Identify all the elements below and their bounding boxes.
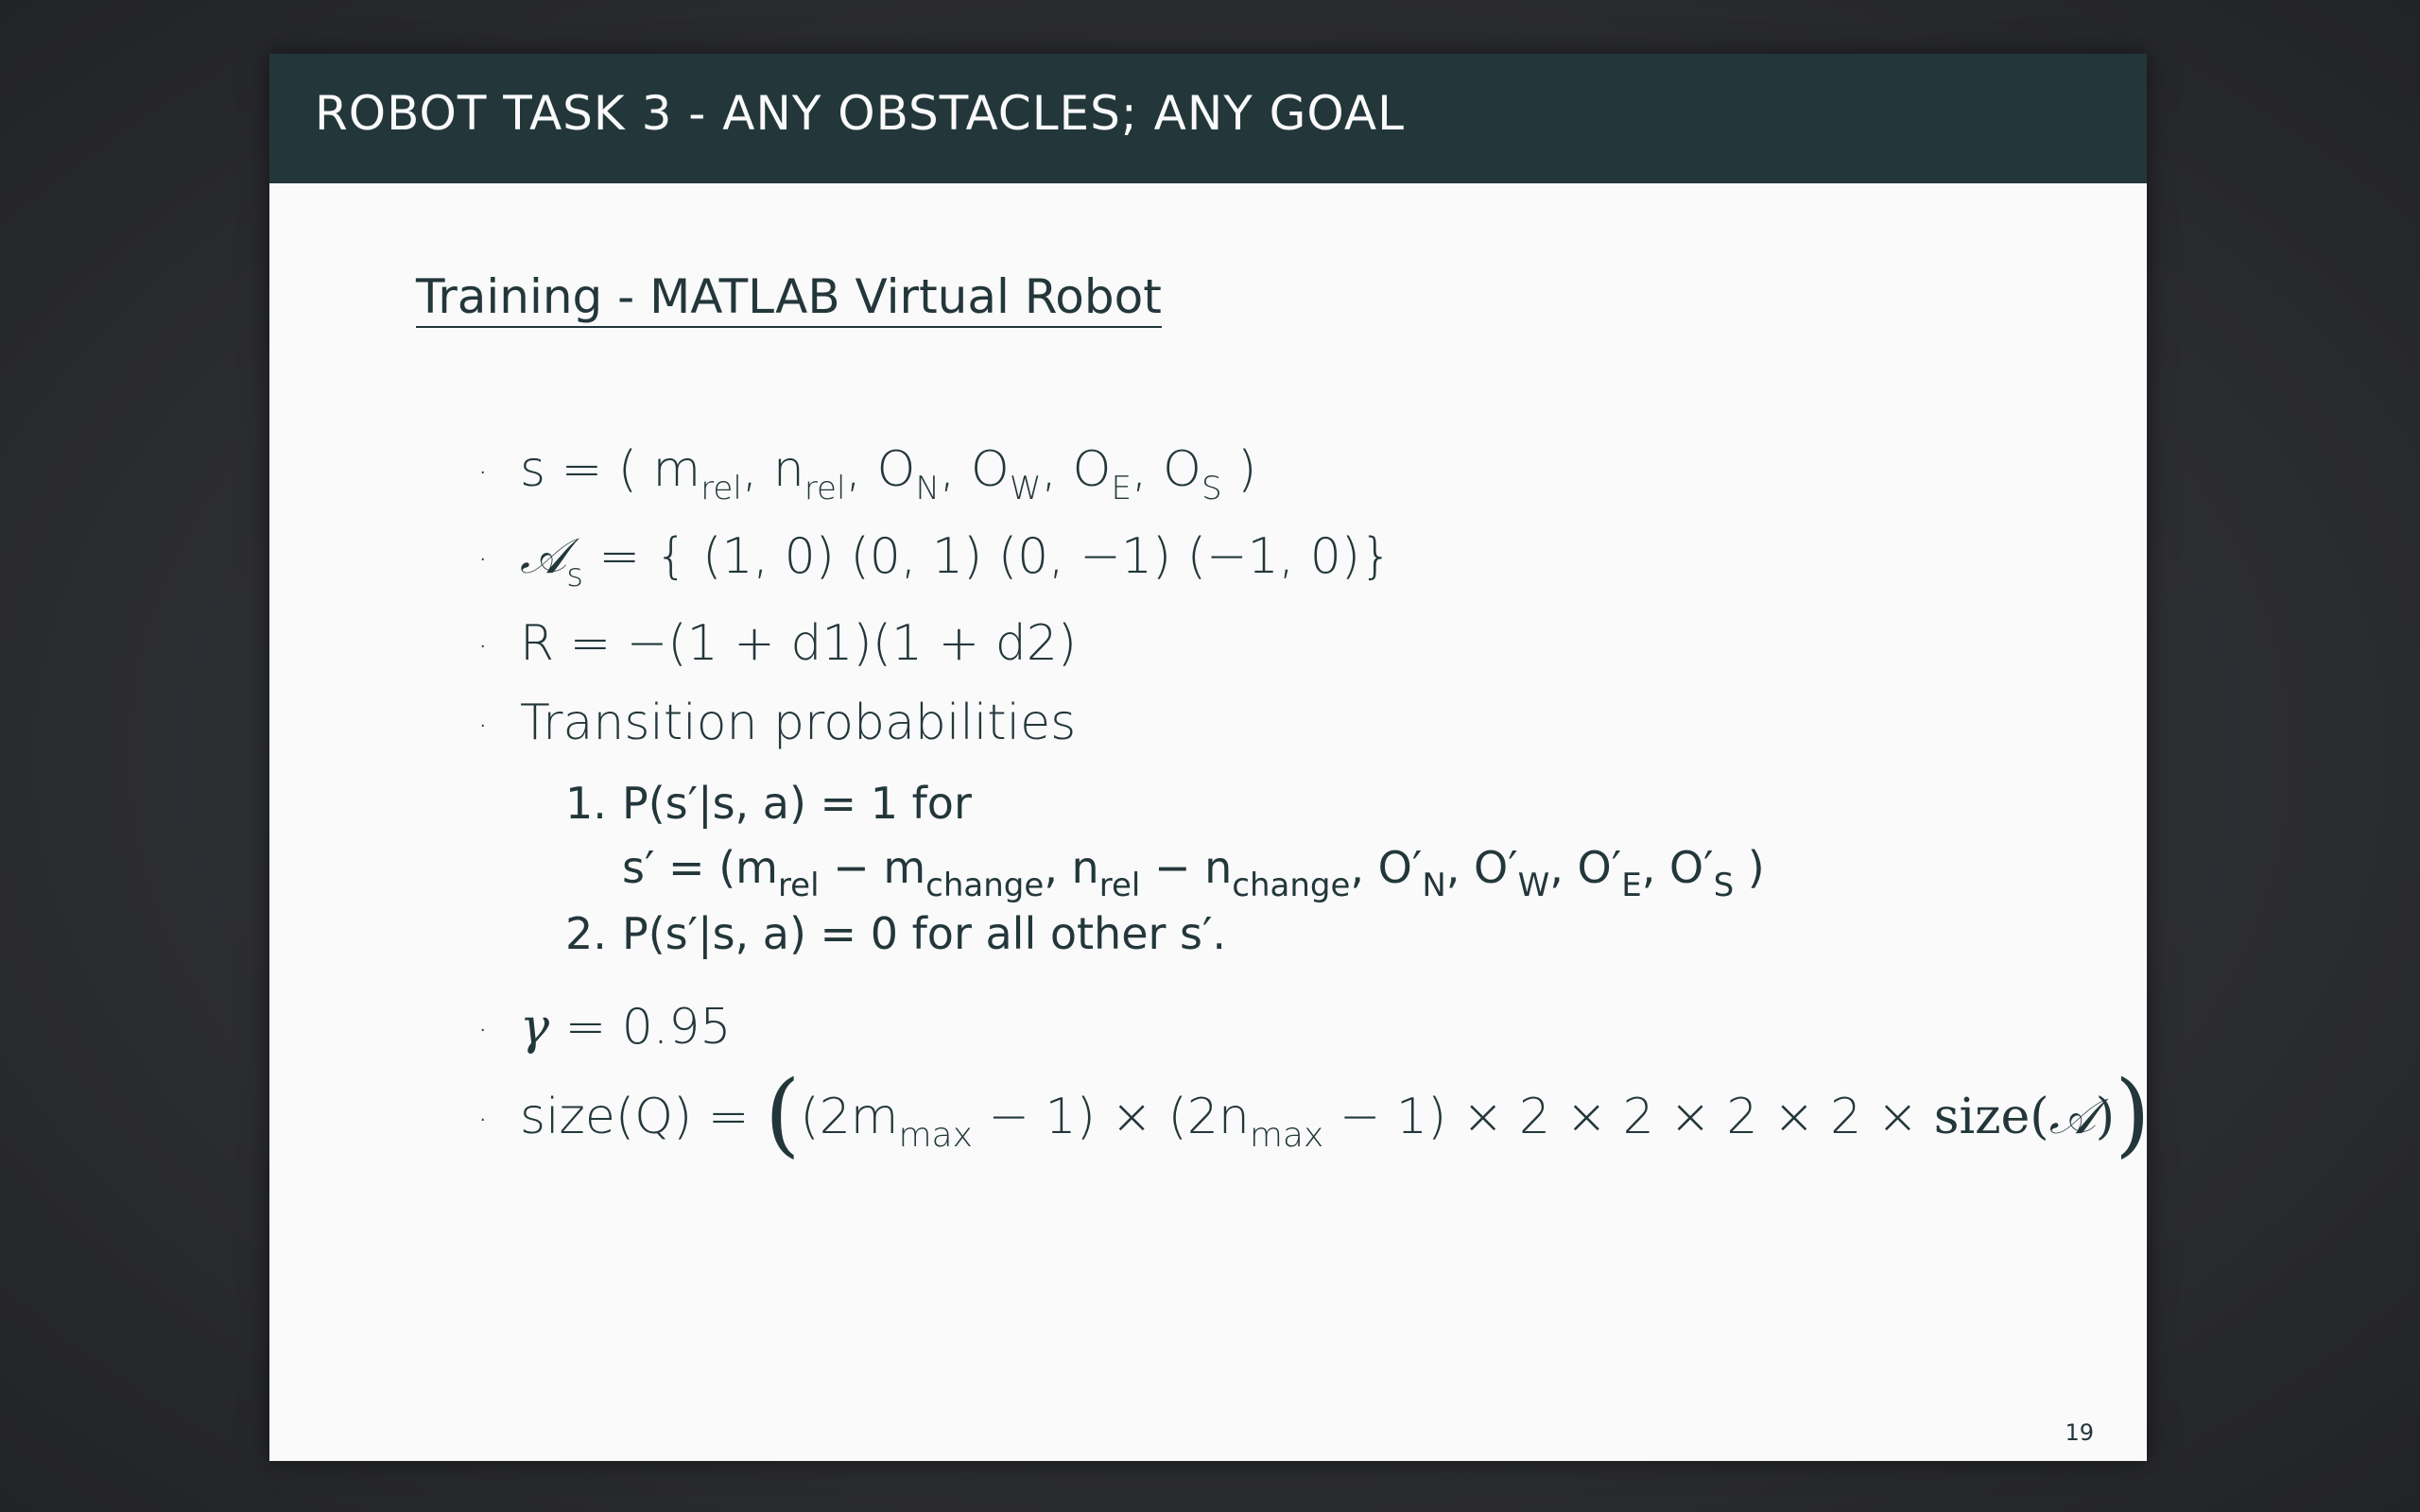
state-text: , O xyxy=(1131,441,1201,498)
enum-item-1-line2: s′ = (mrel − mchange, nrel − nchange, O′… xyxy=(622,842,1765,904)
bullet-item-gamma: · γ = 0.95 xyxy=(477,999,732,1056)
subscript: N xyxy=(1422,867,1446,904)
size-text: − 1) × (2n xyxy=(972,1089,1250,1145)
title-bar: ROBOT TASK 3 - ANY OBSTACLES; ANY GOAL xyxy=(269,54,2147,183)
bullet-symbol: · xyxy=(477,706,489,746)
big-paren-open: ( xyxy=(764,1061,801,1167)
bullet-item-size: · size(Q) = ((2mmax − 1) × (2nmax − 1) × … xyxy=(477,1061,2151,1173)
enum-item-2: 2. P(s′|s, a) = 0 for all other s′. xyxy=(565,908,1226,959)
state-text: , O xyxy=(939,441,1010,498)
state-text: , O xyxy=(1041,441,1112,498)
bullet-item-state: · s = ( mrel, nrel, ON, OW, OE, OS ) xyxy=(477,441,1257,507)
size-text: (2m xyxy=(800,1089,899,1145)
transition-label: Transition probabilities xyxy=(520,695,1077,751)
enum-text: P(s′|s, a) = 0 for all other s′. xyxy=(622,908,1227,959)
bullet-item-reward: · R = −(1 + d1)(1 + d2) xyxy=(477,615,1077,672)
subscript: max xyxy=(898,1116,973,1155)
bullet-symbol: · xyxy=(477,1100,489,1140)
bullet-symbol: · xyxy=(477,453,489,492)
bullet-item-actions: · 𝒜s = { (1, 0) (0, 1) (0, −1) (−1, 0)} xyxy=(477,528,1392,594)
bullet-symbol: · xyxy=(477,627,489,666)
bullet-item-transitions: · Transition probabilities xyxy=(477,695,1076,751)
bullet-symbol: · xyxy=(477,1010,489,1050)
bullet-symbol: · xyxy=(477,540,489,579)
page-number: 19 xyxy=(2065,1419,2094,1446)
section-heading: Training - MATLAB Virtual Robot xyxy=(416,269,1162,328)
gamma-text: = 0.95 xyxy=(549,999,732,1056)
enum-text: P(s′|s, a) = 1 for xyxy=(622,778,972,829)
state-text: ) xyxy=(1221,441,1257,498)
subscript: W xyxy=(1517,867,1550,904)
subscript: rel xyxy=(804,470,846,507)
state-text: , n xyxy=(741,441,804,498)
subscript: rel xyxy=(1098,867,1141,904)
subscript: rel xyxy=(777,867,820,904)
big-paren-close: ) xyxy=(2115,1061,2151,1167)
size-text: size(Q) = xyxy=(520,1089,765,1145)
enum-text: , O′ xyxy=(1445,842,1518,893)
gamma-symbol: γ xyxy=(520,999,550,1056)
subscript: change xyxy=(1232,867,1351,904)
enum-number: 2. xyxy=(565,908,607,959)
subscript: max xyxy=(1249,1116,1324,1155)
enum-text: ) xyxy=(1734,842,1765,893)
enum-text: , n xyxy=(1044,842,1099,893)
enum-number: 1. xyxy=(565,778,607,829)
enum-item-1: 1. P(s′|s, a) = 1 for xyxy=(565,778,972,829)
slide: ROBOT TASK 3 - ANY OBSTACLES; ANY GOAL T… xyxy=(269,54,2151,1461)
subscript: E xyxy=(1111,470,1132,507)
subscript: E xyxy=(1621,867,1642,904)
state-text: s = ( m xyxy=(520,441,701,498)
enum-text: − n xyxy=(1140,842,1233,893)
enum-text: s′ = (m xyxy=(622,842,778,893)
state-text: , O xyxy=(845,441,916,498)
subscript: S xyxy=(1713,867,1735,904)
enum-text: , O′ xyxy=(1641,842,1714,893)
subscript: S xyxy=(1201,470,1222,507)
size-func-text: size( xyxy=(1933,1089,2049,1145)
subscript: W xyxy=(1009,470,1042,507)
size-text: − 1) × 2 × 2 × 2 × 2 × xyxy=(1323,1089,1934,1145)
reward-text: R = −(1 + d1)(1 + d2) xyxy=(520,615,1078,672)
subscript: rel xyxy=(700,470,742,507)
enum-text: − m xyxy=(819,842,926,893)
subscript: change xyxy=(925,867,1045,904)
subscript: N xyxy=(915,470,940,507)
enum-text: , O′ xyxy=(1549,842,1622,893)
size-text: ) xyxy=(2095,1089,2116,1145)
action-set-symbol: 𝒜 xyxy=(520,528,567,585)
enum-text: , O′ xyxy=(1350,842,1423,893)
action-set-symbol: 𝒜 xyxy=(2048,1089,2096,1145)
slide-title: ROBOT TASK 3 - ANY OBSTACLES; ANY GOAL xyxy=(315,86,1405,141)
subscript: s xyxy=(566,557,583,594)
actions-text: = { (1, 0) (0, 1) (0, −1) (−1, 0)} xyxy=(582,528,1392,585)
